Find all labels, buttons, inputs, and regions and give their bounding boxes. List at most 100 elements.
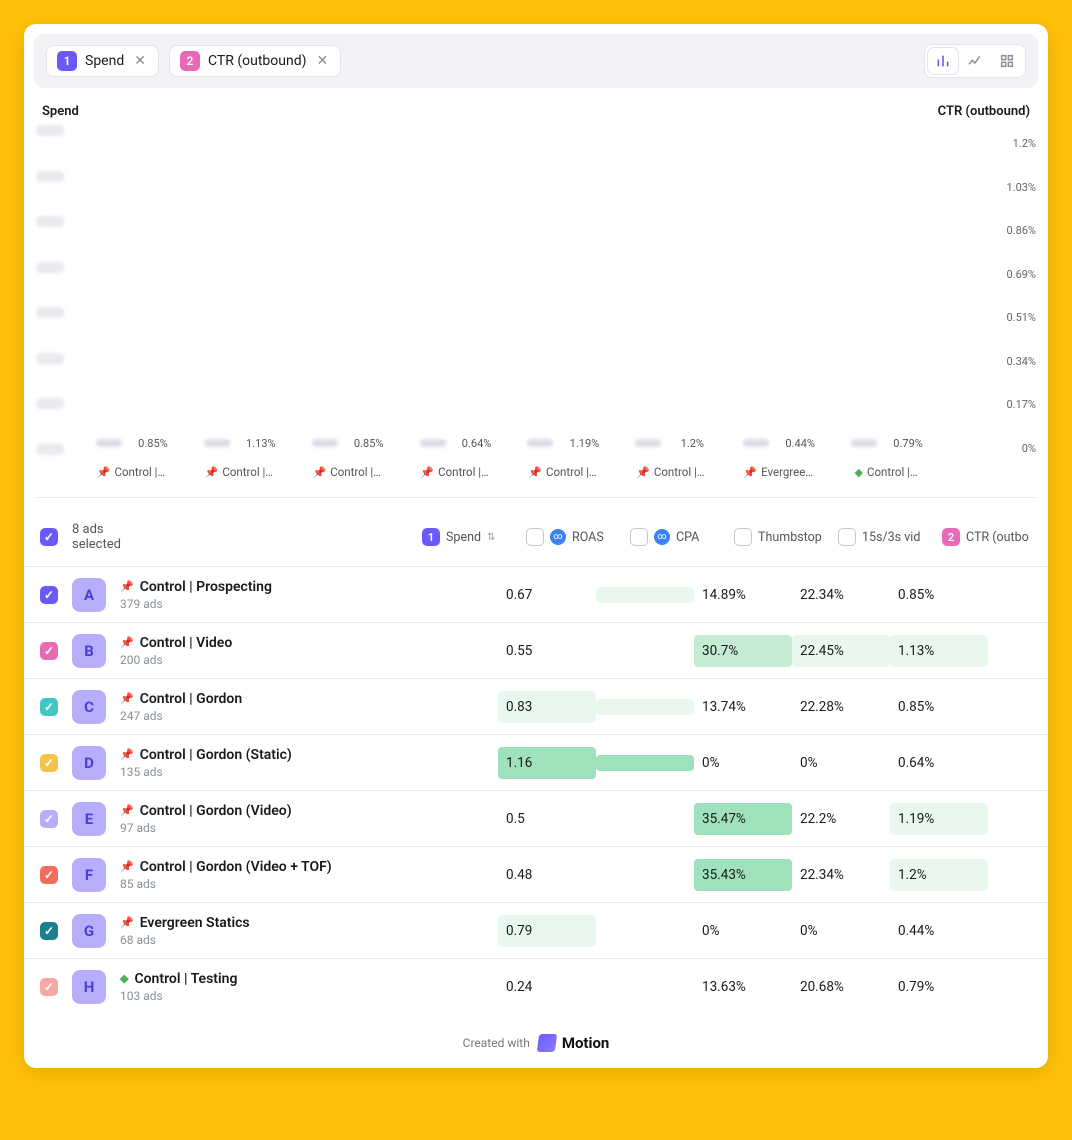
table-body: A 📌 Control | Prospecting 379 ads 0.67 1… (24, 566, 1048, 1014)
x-axis-label: 📌Control |… (401, 465, 509, 479)
cell-value: 0.85% (890, 579, 988, 611)
column-header-ctr[interactable]: 2 CTR (outbo (942, 528, 1032, 546)
view-line-button[interactable] (960, 48, 990, 74)
pin-icon: 📌 (120, 748, 134, 761)
cell-value: 1.16 (498, 747, 596, 779)
row-checkbox[interactable] (40, 698, 58, 716)
right-axis-tick: 0.86% (1006, 224, 1036, 237)
column-header-cpa[interactable]: ∞CPA (630, 528, 720, 546)
cell-value: 30.7% (694, 635, 792, 667)
metric-chip[interactable]: 1 Spend ✕ (46, 45, 159, 77)
column-label: CTR (outbo (966, 530, 1029, 545)
close-icon[interactable]: ✕ (132, 53, 148, 69)
row-subtext: 379 ads (120, 597, 400, 611)
column-toggle-checkbox[interactable] (838, 528, 856, 546)
right-axis-tick: 0.17% (1006, 398, 1036, 411)
row-name-col: 📌 Control | Gordon 247 ads (120, 691, 400, 723)
column-toggle-checkbox[interactable] (526, 528, 544, 546)
cell-value: 0% (792, 915, 890, 947)
chip-badge: 1 (57, 51, 77, 71)
row-checkbox[interactable] (40, 642, 58, 660)
cell-blurred (596, 755, 694, 771)
right-axis-tick: 1.2% (1013, 137, 1036, 150)
table-row[interactable]: D 📌 Control | Gordon (Static) 135 ads 1.… (24, 734, 1048, 790)
row-name: Control | Testing (134, 971, 237, 987)
row-name-col: 📌 Control | Gordon (Video + TOF) 85 ads (120, 859, 400, 891)
row-subtext: 247 ads (120, 709, 400, 723)
pin-icon: ◆ (855, 466, 863, 479)
motion-logo: Motion (538, 1034, 610, 1052)
cell-blurred (596, 867, 694, 883)
select-all-checkbox[interactable] (40, 528, 58, 546)
row-letter: D (72, 746, 106, 780)
cell-value: 1.19% (890, 803, 988, 835)
row-letter: H (72, 970, 106, 1004)
table-row[interactable]: A 📌 Control | Prospecting 379 ads 0.67 1… (24, 566, 1048, 622)
chip-label: Spend (85, 53, 124, 69)
motion-mark-icon (537, 1034, 558, 1052)
cell-blurred (400, 587, 498, 603)
row-checkbox[interactable] (40, 810, 58, 828)
column-toggle-checkbox[interactable] (734, 528, 752, 546)
bar-value-label: 0.79% (893, 437, 923, 450)
table-row[interactable]: F 📌 Control | Gordon (Video + TOF) 85 ad… (24, 846, 1048, 902)
view-bar-button[interactable] (928, 48, 958, 74)
row-checkbox[interactable] (40, 978, 58, 996)
view-grid-button[interactable] (992, 48, 1022, 74)
right-axis-title: CTR (outbound) (938, 104, 1030, 119)
cell-value: 0% (694, 747, 792, 779)
cell-blurred (596, 811, 694, 827)
x-axis-label: 📌Control |… (185, 465, 293, 479)
cell-blurred (596, 643, 694, 659)
cell-blurred (400, 979, 498, 995)
row-checkbox[interactable] (40, 754, 58, 772)
row-checkbox[interactable] (40, 866, 58, 884)
table-row[interactable]: E 📌 Control | Gordon (Video) 97 ads 0.5 … (24, 790, 1048, 846)
column-toggle-checkbox[interactable] (630, 528, 648, 546)
cell-value: 1.2% (890, 859, 988, 891)
x-axis-label: ◆Control |… (832, 465, 940, 479)
table-row[interactable]: B 📌 Control | Video 200 ads 0.55 30.7% 2… (24, 622, 1048, 678)
column-header-roas[interactable]: ∞ROAS (526, 528, 616, 546)
selected-count: 8 ads selected (72, 522, 137, 552)
table-row[interactable]: G 📌 Evergreen Statics 68 ads 0.79 0% 0% … (24, 902, 1048, 958)
pin-icon: 📌 (120, 692, 134, 705)
cell-value: 0.85% (890, 691, 988, 723)
column-badge: 2 (942, 528, 960, 546)
metric-chip[interactable]: 2 CTR (outbound) ✕ (169, 45, 341, 77)
cell-blurred (400, 643, 498, 659)
row-subtext: 97 ads (120, 821, 400, 835)
x-axis-label: 📌Control |… (509, 465, 617, 479)
right-axis-tick: 0.34% (1006, 355, 1036, 368)
row-checkbox[interactable] (40, 922, 58, 940)
row-name-col: 📌 Control | Gordon (Static) 135 ads (120, 747, 400, 779)
cell-blurred (400, 867, 498, 883)
column-label: CPA (676, 530, 699, 545)
table-row[interactable]: C 📌 Control | Gordon 247 ads 0.83 13.74%… (24, 678, 1048, 734)
pin-icon: 📌 (420, 466, 434, 479)
row-checkbox[interactable] (40, 586, 58, 604)
close-icon[interactable]: ✕ (314, 53, 330, 69)
table-header: 8 ads selected 1Spend⇅ ∞ROAS ∞CPA Thumbstop… (24, 498, 1048, 566)
pin-icon: 📌 (120, 636, 134, 649)
column-label: ROAS (572, 530, 604, 545)
right-axis-tick: 0% (1022, 442, 1036, 455)
pin-icon: 📌 (205, 466, 219, 479)
row-name-col: 📌 Control | Video 200 ads (120, 635, 400, 667)
row-name-col: 📌 Evergreen Statics 68 ads (120, 915, 400, 947)
table-row[interactable]: H ◆ Control | Testing 103 ads 0.24 13.63… (24, 958, 1048, 1014)
sort-icon[interactable]: ⇅ (487, 532, 495, 543)
chart-area: Spend CTR (outbound) 0.85%1.13%0.85%0.64… (24, 98, 1048, 475)
right-axis-ticks: 1.2%1.03%0.86%0.69%0.51%0.34%0.17%0% (988, 125, 1036, 475)
row-letter: G (72, 914, 106, 948)
column-header-spend[interactable]: 1Spend⇅ (422, 528, 512, 546)
row-name-col: ◆ Control | Testing 103 ads (120, 971, 400, 1003)
row-letter: F (72, 858, 106, 892)
x-axis-label: 📌Control |… (293, 465, 401, 479)
cell-value: 0.79 (498, 915, 596, 947)
cell-value: 35.43% (694, 859, 792, 891)
column-header-vids[interactable]: 15s/3s vid (838, 528, 928, 546)
column-header-thumb[interactable]: Thumbstop (734, 528, 824, 546)
cell-value: 0% (694, 915, 792, 947)
bar-value-label: 1.2% (681, 437, 704, 450)
